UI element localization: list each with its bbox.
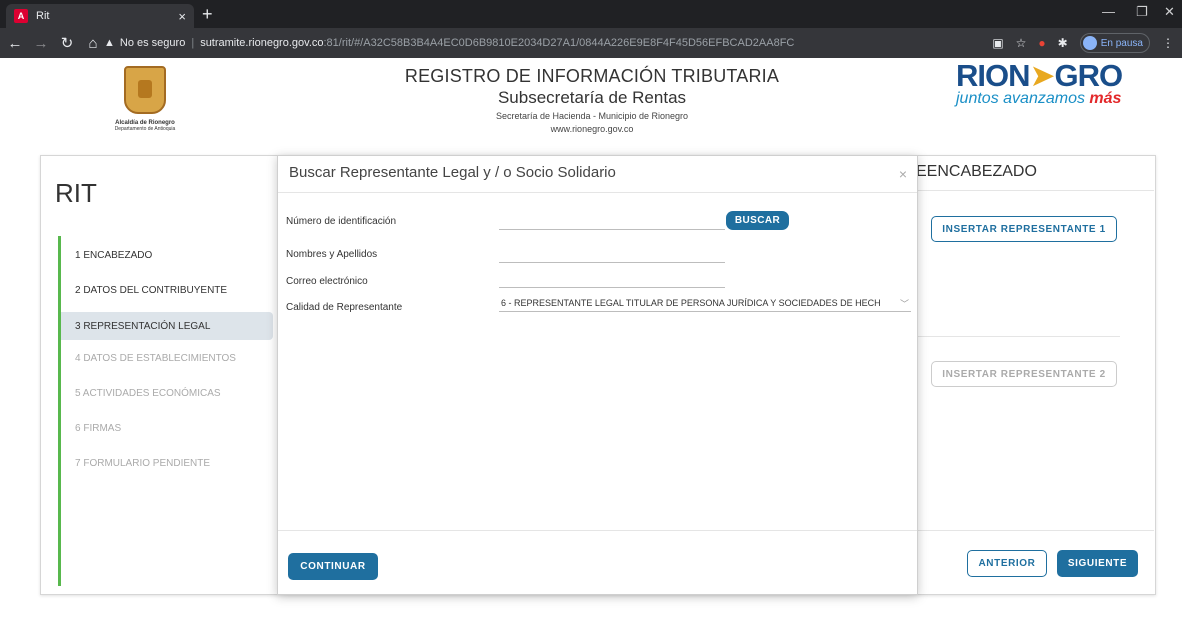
header-subtitle: Subsecretaría de Rentas xyxy=(497,88,687,107)
back-arrow-icon[interactable]: ← xyxy=(4,35,26,52)
brand-right: GRO xyxy=(1054,58,1123,93)
rionegro-brand-logo: RION➤GRO juntos avanzamos más xyxy=(956,60,1146,108)
menu-dots-icon[interactable]: ⋮ xyxy=(1162,36,1174,50)
id-number-input[interactable] xyxy=(499,212,725,230)
forward-arrow-icon[interactable]: → xyxy=(30,35,52,52)
browser-toolbar: ← → ↻ ⌂ ▲ No es seguro | sutramite.rione… xyxy=(0,28,1182,58)
continue-button[interactable]: CONTINUAR xyxy=(288,553,378,580)
steps-nav: 1 ENCABEZADO 2 DATOS DEL CONTRIBUYENTE 3… xyxy=(58,236,273,586)
url-host: sutramite.rionegro.gov.co xyxy=(200,37,324,49)
brand-left: RION xyxy=(956,58,1030,93)
avatar xyxy=(1082,36,1097,50)
profile-status: En pausa xyxy=(1100,37,1143,49)
minimize-icon[interactable]: — xyxy=(1102,4,1115,19)
close-tab-icon[interactable]: × xyxy=(178,9,186,24)
step-datos-contribuyente[interactable]: 2 DATOS DEL CONTRIBUYENTE xyxy=(75,285,227,296)
insert-representative-2-button[interactable]: INSERTAR REPRESENTANTE 2 xyxy=(931,361,1117,387)
warning-icon: ▲ xyxy=(104,37,115,49)
modal-header-divider xyxy=(278,192,917,193)
chevron-down-icon: ﹀ xyxy=(899,298,909,309)
representative-divider xyxy=(916,336,1120,337)
insert-representative-1-button[interactable]: INSERTAR REPRESENTANTE 1 xyxy=(931,216,1117,242)
extension-red-icon[interactable]: ● xyxy=(1038,36,1045,50)
angular-favicon-icon: A xyxy=(14,9,28,23)
alcaldia-logo: Alcaldía de Rionegro Departamento de Ant… xyxy=(90,66,200,132)
translate-icon[interactable]: ▣ xyxy=(992,36,1003,50)
page-title: RIT xyxy=(55,178,97,208)
close-icon[interactable]: × xyxy=(899,166,907,182)
url-separator: | xyxy=(191,37,195,49)
restore-icon[interactable]: ❐ xyxy=(1136,4,1148,20)
search-representative-modal: Buscar Representante Legal y / o Socio S… xyxy=(277,155,918,595)
puzzle-icon[interactable]: ✱ xyxy=(1058,36,1068,50)
logo-subtitle: Departamento de Antioquia xyxy=(114,126,176,132)
search-button[interactable]: BUSCAR xyxy=(726,211,789,230)
representative-quality-select[interactable]: 6 - REPRESENTANTE LEGAL TITULAR DE PERSO… xyxy=(499,295,911,312)
new-tab-icon[interactable]: + xyxy=(202,4,213,24)
brand-tagline: juntos avanzamos más xyxy=(956,90,1146,108)
brand-tagline-text: juntos avanzamos xyxy=(956,90,1085,107)
page-header: REGISTRO DE INFORMACIÓN TRIBUTARIA Subse… xyxy=(380,66,804,134)
browser-tab[interactable]: A Rit × xyxy=(6,4,194,28)
brand-tagline-emph: más xyxy=(1089,90,1122,107)
section-title: EENCABEZADO xyxy=(916,163,1037,180)
step-formulario-pendiente[interactable]: 7 FORMULARIO PENDIENTE xyxy=(75,458,210,469)
email-input[interactable] xyxy=(499,270,725,288)
home-icon[interactable]: ⌂ xyxy=(82,35,104,52)
address-bar[interactable]: ▲ No es seguro | sutramite.rionegro.gov.… xyxy=(104,32,904,54)
coat-of-arms-icon xyxy=(124,66,166,114)
browser-tab-bar: A Rit × + — ❐ ✕ xyxy=(0,0,1182,28)
previous-button[interactable]: ANTERIOR xyxy=(967,550,1047,577)
toolbar-actions: ▣ ☆ ● ✱ En pausa ⋮ xyxy=(992,33,1174,53)
header-website: www.rionegro.gov.co xyxy=(550,124,634,134)
step-firmas[interactable]: 6 FIRMAS xyxy=(75,423,121,434)
tab-title: Rit xyxy=(36,10,50,22)
close-window-icon[interactable]: ✕ xyxy=(1164,4,1175,20)
star-icon[interactable]: ☆ xyxy=(1016,36,1027,50)
representative-quality-label: Calidad de Representante xyxy=(286,302,403,313)
id-number-label: Número de identificación xyxy=(286,216,397,227)
step-representacion-legal[interactable]: 3 REPRESENTACIÓN LEGAL xyxy=(61,312,273,340)
names-label: Nombres y Apellidos xyxy=(286,249,378,260)
section-divider xyxy=(916,190,1154,191)
profile-button[interactable]: En pausa xyxy=(1079,33,1150,53)
header-title: REGISTRO DE INFORMACIÓN TRIBUTARIA xyxy=(404,66,780,86)
email-label: Correo electrónico xyxy=(286,276,368,287)
names-input[interactable] xyxy=(499,245,725,263)
brand-arrow-icon: ➤ xyxy=(1029,58,1056,93)
brand-wordmark: RION➤GRO xyxy=(956,60,1146,92)
representative-quality-value: 6 - REPRESENTANTE LEGAL TITULAR DE PERSO… xyxy=(501,298,881,308)
step-encabezado[interactable]: 1 ENCABEZADO xyxy=(75,250,152,261)
modal-footer-divider xyxy=(278,530,917,531)
step-actividades-economicas[interactable]: 5 ACTIVIDADES ECONÓMICAS xyxy=(75,388,221,399)
header-department: Secretaría de Hacienda - Municipio de Ri… xyxy=(495,111,689,121)
reload-icon[interactable]: ↻ xyxy=(56,34,78,52)
modal-title: Buscar Representante Legal y / o Socio S… xyxy=(289,164,616,181)
next-button[interactable]: SIGUIENTE xyxy=(1057,550,1138,577)
url-path: :81/rit/#/A32C58B3B4A4EC0D6B9810E2034D27… xyxy=(323,37,795,49)
step-datos-establecimientos[interactable]: 4 DATOS DE ESTABLECIMIENTOS xyxy=(75,353,236,364)
security-status: No es seguro xyxy=(119,37,186,49)
